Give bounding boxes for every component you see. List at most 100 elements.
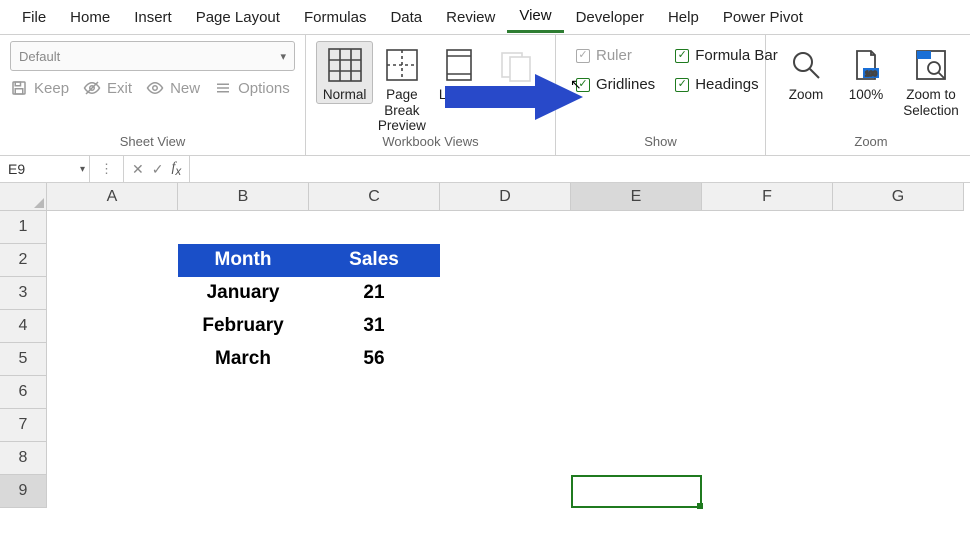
tab-help[interactable]: Help <box>656 3 711 32</box>
tab-data[interactable]: Data <box>378 3 434 32</box>
cell-F7[interactable] <box>702 409 833 442</box>
row-header-6[interactable]: 6 <box>0 376 47 409</box>
cell-A9[interactable] <box>47 475 178 508</box>
page-break-preview-button[interactable]: Page Break Preview <box>373 41 430 134</box>
normal-button[interactable]: Normal <box>316 41 373 104</box>
page-layout-button[interactable]: Layout <box>431 41 488 103</box>
cell-B7[interactable] <box>178 409 309 442</box>
cell-C1[interactable] <box>309 211 440 244</box>
cell-D2[interactable] <box>440 244 571 277</box>
tab-power-pivot[interactable]: Power Pivot <box>711 3 815 32</box>
col-header-B[interactable]: B <box>178 183 309 211</box>
cell-A7[interactable] <box>47 409 178 442</box>
row-header-5[interactable]: 5 <box>0 343 47 376</box>
tab-view[interactable]: View <box>507 1 563 33</box>
col-header-D[interactable]: D <box>440 183 571 211</box>
custom-views-button[interactable] <box>488 41 545 87</box>
col-header-A[interactable]: A <box>47 183 178 211</box>
cell-A5[interactable] <box>47 343 178 376</box>
cell-E3[interactable] <box>571 277 702 310</box>
cell-D5[interactable] <box>440 343 571 376</box>
cell-B6[interactable] <box>178 376 309 409</box>
cell-C4[interactable]: 31 <box>309 310 440 343</box>
fx-icon[interactable]: fx <box>171 160 181 178</box>
formula-bar-checkbox[interactable]: Formula Bar <box>675 47 778 64</box>
cell-D4[interactable] <box>440 310 571 343</box>
cell-G3[interactable] <box>833 277 964 310</box>
new-button[interactable]: New <box>146 79 200 97</box>
cell-D3[interactable] <box>440 277 571 310</box>
exit-button[interactable]: Exit <box>83 79 132 97</box>
cell-E5[interactable] <box>571 343 702 376</box>
cell-B5[interactable]: March <box>178 343 309 376</box>
cell-A6[interactable] <box>47 376 178 409</box>
tab-home[interactable]: Home <box>58 3 122 32</box>
cell-F9[interactable] <box>702 475 833 508</box>
row-header-2[interactable]: 2 <box>0 244 47 277</box>
tab-developer[interactable]: Developer <box>564 3 656 32</box>
zoom-100-button[interactable]: 100 100% <box>836 41 896 103</box>
cell-C5[interactable]: 56 <box>309 343 440 376</box>
cell-G6[interactable] <box>833 376 964 409</box>
cell-D7[interactable] <box>440 409 571 442</box>
cell-F3[interactable] <box>702 277 833 310</box>
cell-D8[interactable] <box>440 442 571 475</box>
row-header-1[interactable]: 1 <box>0 211 47 244</box>
cell-G5[interactable] <box>833 343 964 376</box>
cell-D1[interactable] <box>440 211 571 244</box>
name-box[interactable]: E9 ▾ <box>0 156 90 182</box>
tab-page-layout[interactable]: Page Layout <box>184 3 292 32</box>
headings-checkbox[interactable]: Headings <box>675 76 778 93</box>
cell-D9[interactable] <box>440 475 571 508</box>
cell-G9[interactable] <box>833 475 964 508</box>
cell-F8[interactable] <box>702 442 833 475</box>
sheet-view-combo[interactable]: Default ▾ <box>10 41 295 71</box>
row-header-8[interactable]: 8 <box>0 442 47 475</box>
cell-F5[interactable] <box>702 343 833 376</box>
zoom-to-selection-button[interactable]: Zoom to Selection <box>896 41 966 118</box>
tab-insert[interactable]: Insert <box>122 3 184 32</box>
row-header-4[interactable]: 4 <box>0 310 47 343</box>
row-header-9[interactable]: 9 <box>0 475 47 508</box>
gridlines-checkbox[interactable]: ↖ Gridlines <box>576 76 655 93</box>
cell-F1[interactable] <box>702 211 833 244</box>
cell-G7[interactable] <box>833 409 964 442</box>
tab-review[interactable]: Review <box>434 3 507 32</box>
col-header-E[interactable]: E <box>571 183 702 211</box>
cell-F2[interactable] <box>702 244 833 277</box>
cancel-icon[interactable]: ✕ <box>132 161 144 178</box>
cell-C3[interactable]: 21 <box>309 277 440 310</box>
cell-A8[interactable] <box>47 442 178 475</box>
cell-B4[interactable]: February <box>178 310 309 343</box>
row-header-3[interactable]: 3 <box>0 277 47 310</box>
tab-file[interactable]: File <box>10 3 58 32</box>
row-header-7[interactable]: 7 <box>0 409 47 442</box>
cell-D6[interactable] <box>440 376 571 409</box>
col-header-C[interactable]: C <box>309 183 440 211</box>
cell-A1[interactable] <box>47 211 178 244</box>
cell-E2[interactable] <box>571 244 702 277</box>
keep-button[interactable]: Keep <box>10 79 69 97</box>
cell-A3[interactable] <box>47 277 178 310</box>
cell-E1[interactable] <box>571 211 702 244</box>
cell-B8[interactable] <box>178 442 309 475</box>
cell-A4[interactable] <box>47 310 178 343</box>
cell-C9[interactable] <box>309 475 440 508</box>
options-button[interactable]: Options <box>214 79 290 97</box>
col-header-G[interactable]: G <box>833 183 964 211</box>
cell-E6[interactable] <box>571 376 702 409</box>
cell-C6[interactable] <box>309 376 440 409</box>
cell-C2[interactable]: Sales <box>309 244 440 277</box>
tab-formulas[interactable]: Formulas <box>292 3 379 32</box>
col-header-F[interactable]: F <box>702 183 833 211</box>
zoom-button[interactable]: Zoom <box>776 41 836 103</box>
cell-E8[interactable] <box>571 442 702 475</box>
select-all-corner[interactable] <box>0 183 47 211</box>
cell-G8[interactable] <box>833 442 964 475</box>
cell-C7[interactable] <box>309 409 440 442</box>
cell-B3[interactable]: January <box>178 277 309 310</box>
cell-E7[interactable] <box>571 409 702 442</box>
cell-F4[interactable] <box>702 310 833 343</box>
cell-G4[interactable] <box>833 310 964 343</box>
cell-E4[interactable] <box>571 310 702 343</box>
